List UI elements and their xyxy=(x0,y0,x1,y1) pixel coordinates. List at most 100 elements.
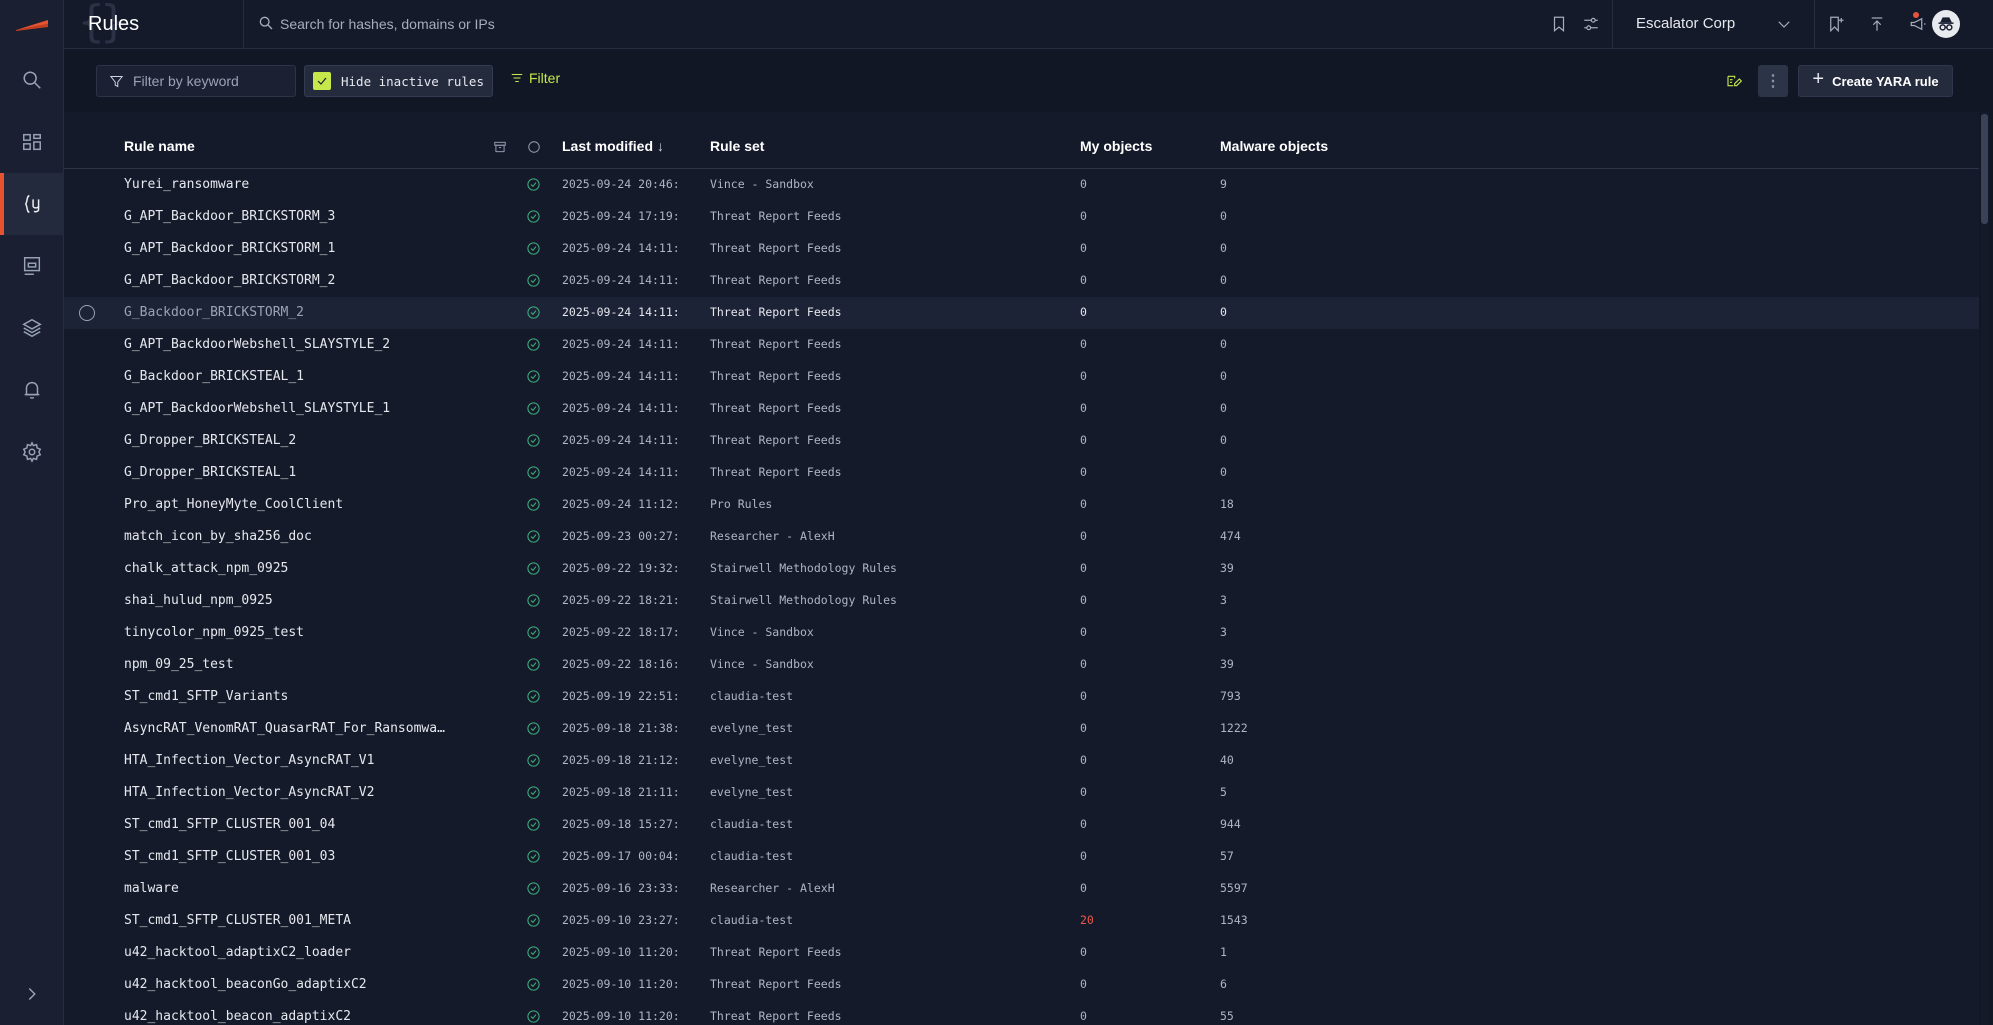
rule-name[interactable]: match_icon_by_sha256_doc xyxy=(124,529,474,544)
rule-name[interactable]: G_Backdoor_BRICKSTEAL_1 xyxy=(124,369,474,384)
malware-objects-count[interactable]: 0 xyxy=(1220,337,1227,351)
table-row[interactable]: npm_09_25_test 2025-09-22 18:16: Vince - S… xyxy=(64,649,1979,681)
my-objects-count[interactable]: 0 xyxy=(1080,561,1087,575)
rule-set[interactable]: Threat Report Feeds xyxy=(710,465,842,479)
rule-name[interactable]: G_Dropper_BRICKSTEAL_2 xyxy=(124,433,474,448)
global-search-input[interactable] xyxy=(280,10,1180,38)
rule-name[interactable]: HTA_Infection_Vector_AsyncRAT_V2 xyxy=(124,785,474,800)
hide-inactive-toggle[interactable]: Hide inactive rules xyxy=(304,65,493,97)
my-objects-count[interactable]: 0 xyxy=(1080,721,1087,735)
my-objects-count[interactable]: 0 xyxy=(1080,465,1087,479)
active-status-icon[interactable] xyxy=(526,913,542,929)
malware-objects-count[interactable]: 793 xyxy=(1220,689,1241,703)
sidebar-expand-button[interactable] xyxy=(0,963,64,1025)
table-row[interactable]: u42_hacktool_beacon_adaptixC2 2025-09-10 … xyxy=(64,1001,1979,1025)
table-row[interactable]: ST_cmd1_SFTP_Variants 2025-09-19 22:51: cl… xyxy=(64,681,1979,713)
malware-objects-count[interactable]: 39 xyxy=(1220,657,1234,671)
nav-search[interactable] xyxy=(0,49,64,111)
malware-objects-count[interactable]: 0 xyxy=(1220,305,1227,319)
my-objects-count[interactable]: 0 xyxy=(1080,593,1087,607)
active-status-icon[interactable] xyxy=(526,753,542,769)
rule-name[interactable]: ST_cmd1_SFTP_CLUSTER_001_03 xyxy=(124,849,474,864)
upload-button[interactable] xyxy=(1865,12,1889,36)
rule-name[interactable]: G_APT_BackdoorWebshell_SLAYSTYLE_2 xyxy=(124,337,474,352)
rule-set[interactable]: claudia-test xyxy=(710,689,793,703)
rule-name[interactable]: G_APT_BackdoorWebshell_SLAYSTYLE_1 xyxy=(124,401,474,416)
my-objects-count[interactable]: 0 xyxy=(1080,849,1087,863)
table-row[interactable]: Pro_apt_HoneyMyte_CoolClient 2025-09-24 1… xyxy=(64,489,1979,521)
rule-set[interactable]: Threat Report Feeds xyxy=(710,401,842,415)
table-row[interactable]: G_Backdoor_BRICKSTORM_2 2025-09-24 14:11:… xyxy=(64,297,1979,329)
active-status-icon[interactable] xyxy=(526,849,542,865)
malware-objects-count[interactable]: 944 xyxy=(1220,817,1241,831)
active-status-icon[interactable] xyxy=(526,337,542,353)
table-row[interactable]: Yurei_ransomware 2025-09-24 20:46: Vince -… xyxy=(64,169,1979,201)
rule-set[interactable]: Threat Report Feeds xyxy=(710,369,842,383)
my-objects-count[interactable]: 0 xyxy=(1080,881,1087,895)
my-objects-count[interactable]: 0 xyxy=(1080,401,1087,415)
rule-name[interactable]: Yurei_ransomware xyxy=(124,177,474,192)
malware-objects-count[interactable]: 0 xyxy=(1220,369,1227,383)
table-row[interactable]: u42_hacktool_adaptixC2_loader 2025-09-10 … xyxy=(64,937,1979,969)
rule-set[interactable]: Threat Report Feeds xyxy=(710,241,842,255)
active-status-icon[interactable] xyxy=(526,433,542,449)
my-objects-count[interactable]: 0 xyxy=(1080,753,1087,767)
column-rule-name[interactable]: Rule name xyxy=(124,138,195,154)
nav-dashboard[interactable] xyxy=(0,111,64,173)
malware-objects-count[interactable]: 5597 xyxy=(1220,881,1248,895)
rule-set[interactable]: evelyne_test xyxy=(710,753,793,767)
rule-set[interactable]: evelyne_test xyxy=(710,721,793,735)
rule-set[interactable]: Threat Report Feeds xyxy=(710,305,842,319)
rule-set[interactable]: Vince - Sandbox xyxy=(710,657,814,671)
table-row[interactable]: chalk_attack_npm_0925 2025-09-22 19:32: St… xyxy=(64,553,1979,585)
rule-set[interactable]: Stairwell Methodology Rules xyxy=(710,561,897,575)
table-row[interactable]: G_APT_Backdoor_BRICKSTORM_1 2025-09-24 14… xyxy=(64,233,1979,265)
keyword-filter-input[interactable] xyxy=(133,66,293,96)
active-status-icon[interactable] xyxy=(526,625,542,641)
malware-objects-count[interactable]: 39 xyxy=(1220,561,1234,575)
malware-objects-count[interactable]: 57 xyxy=(1220,849,1234,863)
bookmarks-button[interactable] xyxy=(1824,12,1848,36)
active-status-icon[interactable] xyxy=(526,817,542,833)
table-row[interactable]: HTA_Infection_Vector_AsyncRAT_V2 2025-09-… xyxy=(64,777,1979,809)
brand-logo[interactable] xyxy=(14,18,50,32)
malware-objects-count[interactable]: 5 xyxy=(1220,785,1227,799)
nav-rules[interactable] xyxy=(0,173,64,235)
table-row[interactable]: match_icon_by_sha256_doc 2025-09-23 00:27… xyxy=(64,521,1979,553)
malware-objects-count[interactable]: 1222 xyxy=(1220,721,1248,735)
malware-objects-count[interactable]: 3 xyxy=(1220,593,1227,607)
malware-objects-count[interactable]: 0 xyxy=(1220,433,1227,447)
hide-inactive-checkbox[interactable] xyxy=(313,72,331,90)
my-objects-count[interactable]: 0 xyxy=(1080,625,1087,639)
rule-name[interactable]: malware xyxy=(124,881,474,896)
table-row[interactable]: malware 2025-09-16 23:33: Researcher - Ale… xyxy=(64,873,1979,905)
nav-reports[interactable] xyxy=(0,235,64,297)
malware-objects-count[interactable]: 9 xyxy=(1220,177,1227,191)
active-status-icon[interactable] xyxy=(526,241,542,257)
malware-objects-count[interactable]: 474 xyxy=(1220,529,1241,543)
search-settings-button[interactable] xyxy=(1579,12,1603,36)
rule-name[interactable]: G_APT_Backdoor_BRICKSTORM_2 xyxy=(124,273,474,288)
column-rule-set[interactable]: Rule set xyxy=(710,138,764,154)
malware-objects-count[interactable]: 0 xyxy=(1220,465,1227,479)
table-row[interactable]: tinycolor_npm_0925_test 2025-09-22 18:17:… xyxy=(64,617,1979,649)
malware-objects-count[interactable]: 3 xyxy=(1220,625,1227,639)
malware-objects-count[interactable]: 0 xyxy=(1220,209,1227,223)
active-status-icon[interactable] xyxy=(526,497,542,513)
table-row[interactable]: shai_hulud_npm_0925 2025-09-22 18:21: Stai… xyxy=(64,585,1979,617)
rule-name[interactable]: u42_hacktool_beacon_adaptixC2 xyxy=(124,1009,474,1024)
rule-name[interactable]: ST_cmd1_SFTP_Variants xyxy=(124,689,474,704)
rule-set[interactable]: Threat Report Feeds xyxy=(710,945,842,959)
malware-objects-count[interactable]: 1 xyxy=(1220,945,1227,959)
rule-name[interactable]: G_Backdoor_BRICKSTORM_2 xyxy=(124,305,474,320)
nav-settings[interactable] xyxy=(0,421,64,483)
active-status-icon[interactable] xyxy=(526,689,542,705)
my-objects-count[interactable]: 0 xyxy=(1080,529,1087,543)
active-status-icon[interactable] xyxy=(526,1009,542,1025)
active-status-icon[interactable] xyxy=(526,177,542,193)
rule-name[interactable]: u42_hacktool_beaconGo_adaptixC2 xyxy=(124,977,474,992)
malware-objects-count[interactable]: 18 xyxy=(1220,497,1234,511)
active-status-icon[interactable] xyxy=(526,785,542,801)
my-objects-count[interactable]: 0 xyxy=(1080,817,1087,831)
rule-set[interactable]: Stairwell Methodology Rules xyxy=(710,593,897,607)
